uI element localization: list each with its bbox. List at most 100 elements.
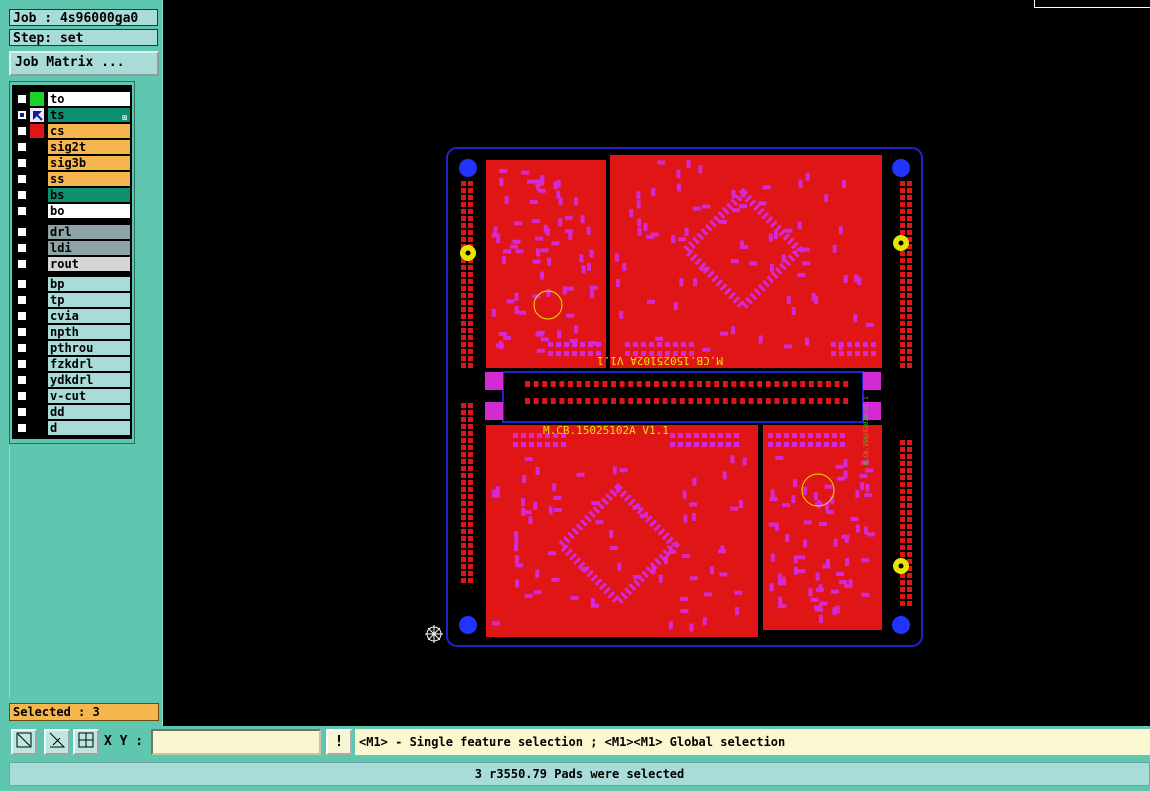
- layer-name[interactable]: cvia: [48, 309, 130, 323]
- layer-checkbox[interactable]: [17, 311, 27, 321]
- layer-color-swatch[interactable]: [30, 421, 44, 435]
- layer-color-swatch[interactable]: [30, 325, 44, 339]
- layer-color-swatch[interactable]: [30, 341, 44, 355]
- layer-row-bs[interactable]: bs: [12, 187, 132, 203]
- layer-checkbox[interactable]: [17, 391, 27, 401]
- layer-name[interactable]: v-cut: [48, 389, 130, 403]
- layer-color-swatch[interactable]: [30, 357, 44, 371]
- smd-pad: [504, 196, 509, 205]
- layer-row-sig3b[interactable]: sig3b: [12, 155, 132, 171]
- zoom-area-button[interactable]: [11, 729, 37, 755]
- layer-checkbox[interactable]: [17, 110, 27, 120]
- layer-color-swatch[interactable]: [30, 389, 44, 403]
- layer-row-tp[interactable]: tp: [12, 292, 132, 308]
- layer-color-swatch[interactable]: [30, 257, 44, 271]
- layer-checkbox[interactable]: [17, 343, 27, 353]
- layer-color-swatch[interactable]: [30, 172, 44, 186]
- layer-color-swatch[interactable]: [30, 309, 44, 323]
- smd-pad: [866, 532, 875, 537]
- layer-checkbox[interactable]: [17, 243, 27, 253]
- layer-row-dd[interactable]: dd: [12, 404, 132, 420]
- layer-name[interactable]: dd: [48, 405, 130, 419]
- layer-checkbox[interactable]: [17, 190, 27, 200]
- layer-color-swatch[interactable]: [30, 140, 44, 154]
- layer-color-swatch[interactable]: [30, 241, 44, 255]
- layer-name[interactable]: rout: [48, 257, 130, 271]
- layer-name[interactable]: ydkdrl: [48, 373, 130, 387]
- layer-color-swatch[interactable]: [30, 277, 44, 291]
- layer-checkbox[interactable]: [17, 126, 27, 136]
- layer-checkbox[interactable]: [17, 423, 27, 433]
- layer-row-ydkdrl[interactable]: ydkdrl: [12, 372, 132, 388]
- layer-name[interactable]: sig3b: [48, 156, 130, 170]
- layer-name[interactable]: ss: [48, 172, 130, 186]
- header-pin: [907, 314, 912, 319]
- layer-color-swatch[interactable]: [30, 156, 44, 170]
- layer-checkbox[interactable]: [17, 327, 27, 337]
- layer-color-swatch[interactable]: [30, 225, 44, 239]
- header-pin: [468, 195, 473, 200]
- layer-color-swatch[interactable]: [30, 204, 44, 218]
- job-matrix-button[interactable]: Job Matrix ...: [9, 51, 159, 76]
- layer-row-ss[interactable]: ss: [12, 171, 132, 187]
- layer-name[interactable]: fzkdrl: [48, 357, 130, 371]
- header-pin: [461, 230, 466, 235]
- layer-checkbox[interactable]: [17, 375, 27, 385]
- layer-name[interactable]: sig2t: [48, 140, 130, 154]
- layer-color-swatch[interactable]: [30, 124, 44, 138]
- layer-checkbox[interactable]: [17, 158, 27, 168]
- layer-row-bp[interactable]: bp: [12, 276, 132, 292]
- layer-row-pthrou[interactable]: pthrou: [12, 340, 132, 356]
- measure-button[interactable]: [44, 729, 70, 755]
- layer-checkbox[interactable]: [17, 227, 27, 237]
- layer-checkbox[interactable]: [17, 206, 27, 216]
- layer-row-d[interactable]: d: [12, 420, 132, 436]
- layer-row-npth[interactable]: npth: [12, 324, 132, 340]
- layer-row-rout[interactable]: rout: [12, 256, 132, 272]
- layer-row-ts[interactable]: ts ⊞: [12, 107, 132, 123]
- layer-name[interactable]: d: [48, 421, 130, 435]
- pcb-board-view[interactable]: M.CB.15025102A V1.1 M.CB.15025102A V1.1 …: [163, 0, 1150, 726]
- layer-row-cvia[interactable]: cvia: [12, 308, 132, 324]
- snap-grid-button[interactable]: [73, 729, 99, 755]
- layer-row-sig2t[interactable]: sig2t: [12, 139, 132, 155]
- layer-checkbox[interactable]: [17, 407, 27, 417]
- layer-name[interactable]: bp: [48, 277, 130, 291]
- layer-row-drl[interactable]: drl: [12, 224, 132, 240]
- layer-checkbox[interactable]: [17, 142, 27, 152]
- layer-color-swatch[interactable]: [30, 405, 44, 419]
- layer-name[interactable]: tp: [48, 293, 130, 307]
- layer-checkbox[interactable]: [17, 174, 27, 184]
- layer-color-swatch[interactable]: [30, 293, 44, 307]
- connector-pin: [791, 398, 797, 404]
- smd-pad: [619, 310, 624, 319]
- layer-name[interactable]: drl: [48, 225, 130, 239]
- layer-row-to[interactable]: to: [12, 91, 132, 107]
- active-layer-arrow-icon[interactable]: [30, 108, 44, 122]
- layer-row-v-cut[interactable]: v-cut: [12, 388, 132, 404]
- layer-name[interactable]: ldi: [48, 241, 130, 255]
- layer-color-swatch[interactable]: [30, 188, 44, 202]
- layer-name[interactable]: to: [48, 92, 130, 106]
- xy-coordinate-input[interactable]: [151, 729, 321, 755]
- layer-checkbox[interactable]: [17, 94, 27, 104]
- layer-name[interactable]: bo: [48, 204, 130, 218]
- layer-row-fzkdrl[interactable]: fzkdrl: [12, 356, 132, 372]
- alert-button[interactable]: !: [326, 729, 352, 755]
- layer-checkbox[interactable]: [17, 279, 27, 289]
- layer-checkbox[interactable]: [17, 295, 27, 305]
- layer-name[interactable]: ts ⊞: [48, 108, 130, 122]
- layer-name[interactable]: npth: [48, 325, 130, 339]
- layer-color-swatch[interactable]: [30, 92, 44, 106]
- layer-name[interactable]: cs: [48, 124, 130, 138]
- graphics-canvas[interactable]: M.CB.15025102A V1.1 M.CB.15025102A V1.1 …: [163, 0, 1150, 726]
- layer-checkbox[interactable]: [17, 359, 27, 369]
- header-pad: [768, 433, 773, 438]
- layer-name[interactable]: bs: [48, 188, 130, 202]
- layer-name[interactable]: pthrou: [48, 341, 130, 355]
- layer-checkbox[interactable]: [17, 259, 27, 269]
- layer-row-ldi[interactable]: ldi: [12, 240, 132, 256]
- layer-row-cs[interactable]: cs: [12, 123, 132, 139]
- layer-color-swatch[interactable]: [30, 373, 44, 387]
- layer-row-bo[interactable]: bo: [12, 203, 132, 219]
